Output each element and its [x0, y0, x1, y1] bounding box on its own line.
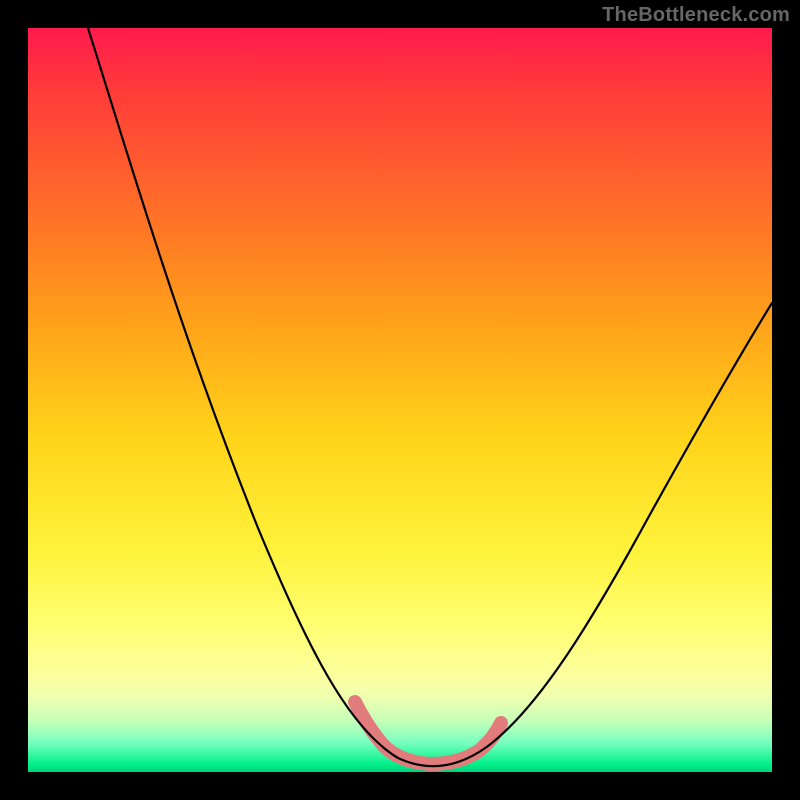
watermark-label: TheBottleneck.com: [602, 4, 790, 27]
curve-line: [88, 28, 772, 766]
curve-highlight: [355, 702, 501, 764]
bottleneck-curve: [28, 28, 772, 772]
chart-frame: TheBottleneck.com: [0, 0, 800, 800]
plot-area: [28, 28, 772, 772]
